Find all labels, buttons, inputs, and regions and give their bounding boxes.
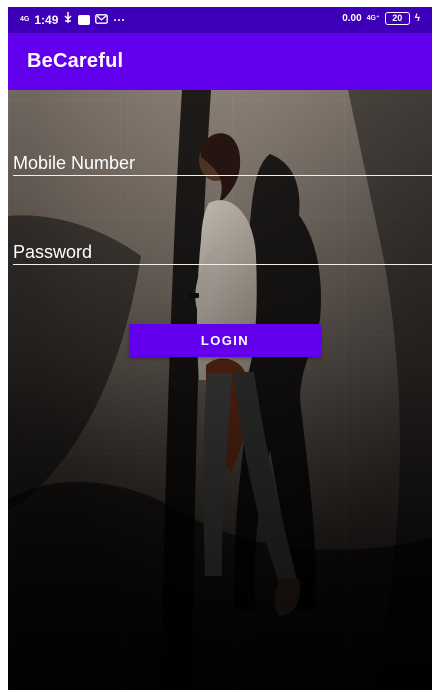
usb-icon (63, 12, 73, 27)
mobile-number-field[interactable] (13, 151, 432, 176)
password-input[interactable] (13, 240, 432, 265)
floor-fade (8, 90, 432, 690)
mail-icon (95, 13, 109, 27)
login-button[interactable]: LOGIN (129, 324, 321, 357)
status-left: 4G 1:49 ··· (20, 12, 125, 27)
battery-icon: 20 (384, 12, 410, 25)
status-bar: 4G 1:49 ··· 0.00 4G⁺ 20 ϟ (8, 7, 432, 33)
password-field[interactable] (13, 240, 432, 265)
network-type: 4G⁺ (366, 15, 380, 22)
background-photo (8, 90, 432, 690)
signal-icon: 4G (20, 16, 30, 23)
charging-icon: ϟ (414, 13, 420, 24)
login-background: LOGIN (8, 90, 432, 690)
status-right: 0.00 4G⁺ 20 ϟ (342, 12, 420, 25)
app-bar: BeCareful (8, 33, 432, 90)
app-title: BeCareful (27, 50, 124, 72)
battery-level: 20 (392, 13, 403, 23)
phone-screen: 4G 1:49 ··· 0.00 4G⁺ 20 ϟ BeCareful Mobi… (8, 7, 432, 690)
data-speed: 0.00 (342, 13, 362, 24)
more-icon: ··· (113, 12, 126, 27)
clock: 1:49 (34, 12, 59, 27)
mobile-number-input[interactable] (13, 151, 432, 176)
notification-icon (78, 14, 91, 25)
